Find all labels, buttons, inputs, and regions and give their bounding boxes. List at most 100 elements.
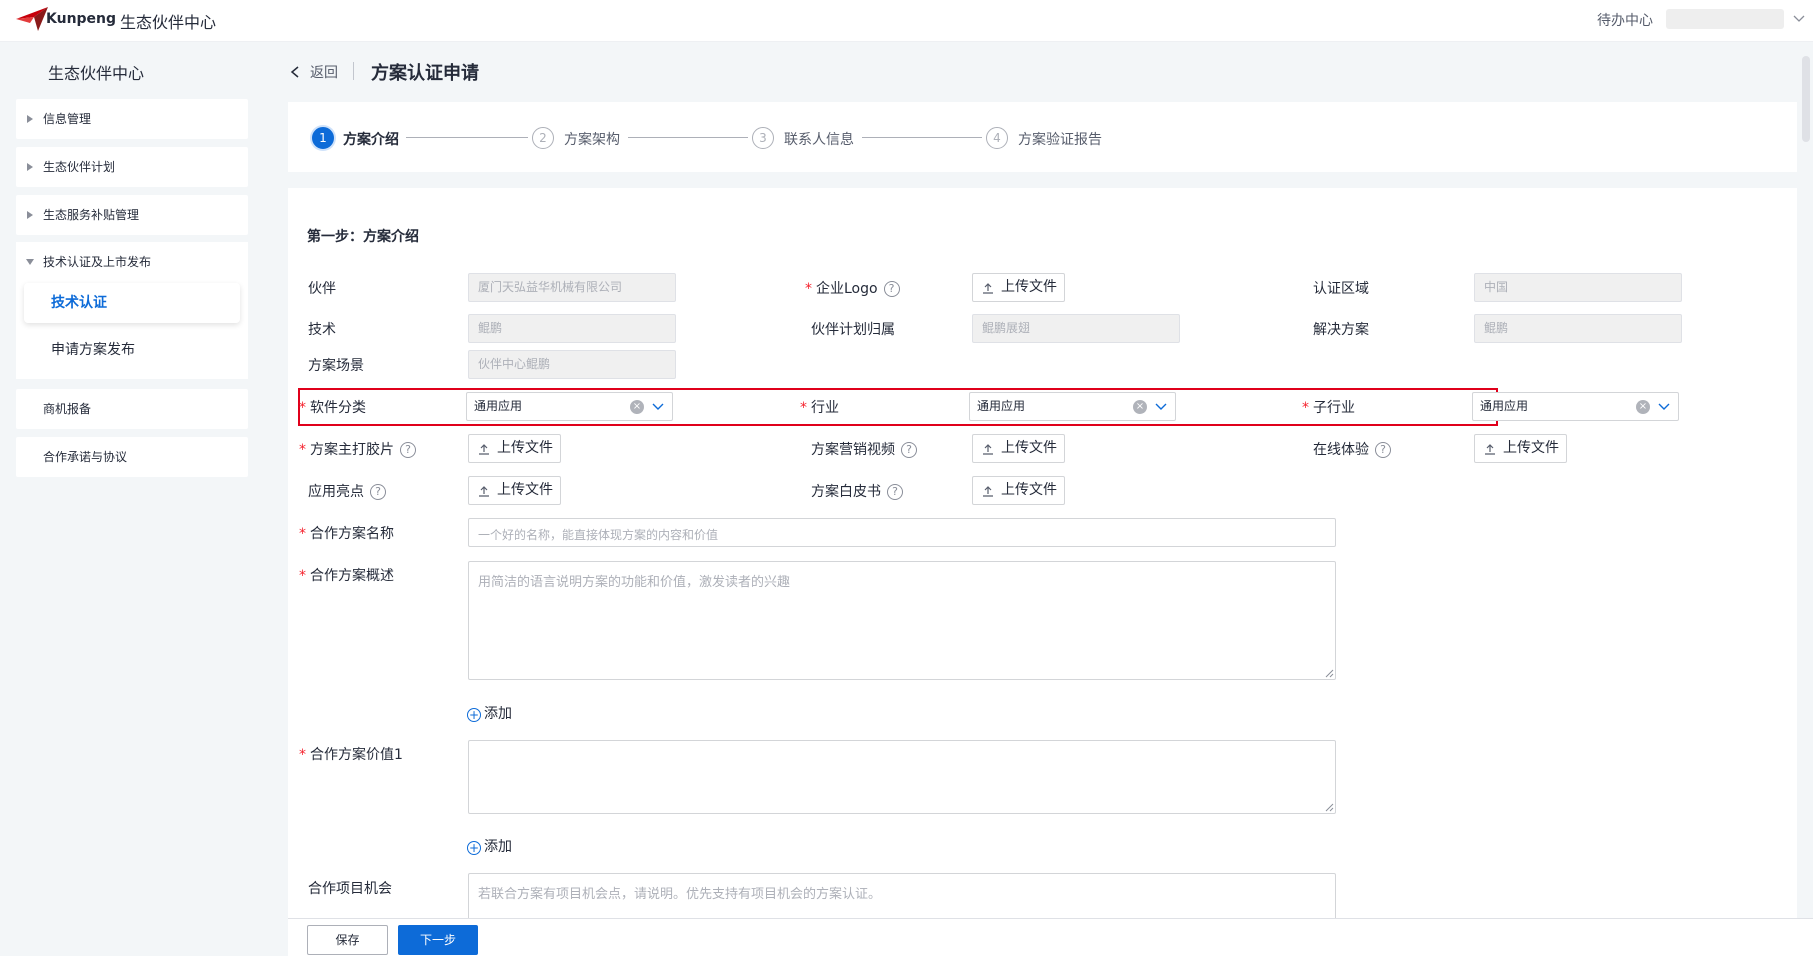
chevron-left-icon[interactable] (290, 66, 300, 78)
upload-icon (1485, 444, 1495, 455)
step-number: 2 (532, 127, 554, 149)
solution-name-label: * 合作方案名称 (299, 526, 394, 542)
step-label: 联系人信息 (784, 132, 854, 148)
region-label: 认证区域 (1313, 281, 1369, 297)
todo-center-link[interactable]: 待办中心 (1597, 10, 1653, 30)
chevron-down-icon (652, 403, 664, 410)
solution-overview-textarea[interactable]: 用简洁的语言说明方案的功能和价值，激发读者的兴趣 (468, 561, 1336, 680)
sidebar-item-label: 生态伙伴计划 (43, 160, 116, 174)
caret-right-icon (27, 211, 33, 219)
resize-handle-icon[interactable] (1325, 669, 1334, 678)
clear-icon[interactable]: × (1636, 400, 1650, 414)
whitepaper-upload-button[interactable]: 上传文件 (972, 476, 1065, 505)
step-indicator: 1 方案介绍 2 方案架构 3 联系人信息 4 方案验证报告 (288, 102, 1797, 172)
help-icon[interactable]: ? (883, 281, 900, 297)
highlights-label: 应用亮点? (308, 481, 386, 501)
step-label: 方案验证报告 (1018, 132, 1102, 148)
add-overview-button[interactable]: + 添加 (467, 703, 512, 723)
plus-circle-icon: + (467, 708, 481, 722)
add-value-button[interactable]: + 添加 (467, 836, 512, 856)
solution-value-textarea[interactable] (468, 740, 1336, 814)
sidebar-item-label: 商机报备 (43, 402, 92, 416)
sidebar-item-agreement[interactable]: 合作承诺与协议 (16, 437, 248, 477)
textarea-placeholder: 用简洁的语言说明方案的功能和价值，激发读者的兴趣 (478, 575, 791, 590)
user-account[interactable] (1666, 9, 1784, 29)
step-number: 1 (312, 127, 334, 149)
plus-circle-icon: + (467, 841, 481, 855)
sidebar-item-tech-certification[interactable]: 技术认证 (24, 283, 240, 323)
plan-field: 鲲鹏展翅 (972, 314, 1180, 343)
kunpeng-logo[interactable] (14, 5, 50, 33)
sidebar-item-partner-plan[interactable]: 生态伙伴计划 (16, 147, 248, 187)
upload-icon (983, 283, 993, 294)
clear-icon[interactable]: × (630, 400, 644, 414)
help-icon[interactable]: ? (1375, 442, 1391, 458)
app-title: 生态伙伴中心 (120, 13, 217, 32)
resize-handle-icon[interactable] (1325, 803, 1334, 812)
help-icon[interactable]: ? (400, 442, 416, 458)
page-title: 方案认证申请 (371, 63, 479, 84)
chevron-down-icon[interactable] (1793, 12, 1805, 24)
sidebar-group-header[interactable]: 技术认证及上市发布 (16, 242, 248, 282)
chevron-down-icon (1658, 403, 1670, 410)
upload-label: 上传文件 (497, 482, 553, 498)
upload-icon (983, 444, 993, 455)
logo-upload-button[interactable]: 上传文件 (972, 273, 1065, 302)
scene-label: 方案场景 (308, 358, 364, 374)
industry-select[interactable]: 通用应用 × (969, 392, 1176, 421)
sidebar-item-label: 合作承诺与协议 (43, 450, 128, 464)
select-value: 通用应用 (474, 399, 523, 413)
sidebar-item-opportunity-report[interactable]: 商机报备 (16, 389, 248, 429)
marketing-video-upload-button[interactable]: 上传文件 (972, 434, 1065, 463)
help-icon[interactable]: ? (887, 484, 903, 500)
upload-icon (983, 486, 993, 497)
upload-label: 上传文件 (1001, 482, 1057, 498)
chevron-down-icon (1155, 403, 1167, 410)
sidebar-item-subsidy[interactable]: 生态服务补贴管理 (16, 195, 248, 235)
logo-label: * 企业Logo? (805, 278, 900, 298)
sidebar-item-solution-release[interactable]: 申请方案发布 (24, 330, 240, 370)
next-step-button[interactable]: 下一步 (398, 925, 478, 955)
partner-field: 厦门天弘益华机械有限公司 (468, 273, 676, 302)
sidebar: 生态伙伴中心 信息管理 生态伙伴计划 生态服务补贴管理 技术认证及上市发布 技术… (0, 42, 258, 956)
help-icon[interactable]: ? (370, 484, 386, 500)
help-icon[interactable]: ? (901, 442, 917, 458)
brand-name: Kunpeng (46, 11, 117, 27)
partner-label: 伙伴 (308, 281, 336, 297)
sidebar-item-label: 生态服务补贴管理 (43, 208, 140, 222)
step-label: 方案介绍 (343, 132, 399, 148)
scene-field: 伙伴中心鲲鹏 (468, 350, 676, 379)
scrollbar-thumb[interactable] (1802, 56, 1810, 142)
scrollbar[interactable] (1799, 42, 1813, 918)
step-label: 方案架构 (564, 132, 620, 148)
project-opportunity-textarea[interactable]: 若联合方案有项目机会点，请说明。优先支持有项目机会的方案认证。 (468, 873, 1336, 918)
sub-industry-select[interactable]: 通用应用 × (1472, 392, 1679, 421)
sidebar-item-info-management[interactable]: 信息管理 (16, 99, 248, 139)
online-trial-upload-button[interactable]: 上传文件 (1474, 434, 1567, 463)
marketing-video-label: 方案营销视频? (811, 439, 917, 459)
step-connector (628, 137, 748, 138)
sidebar-group-label: 技术认证及上市发布 (43, 255, 152, 269)
solution-field: 鲲鹏 (1474, 314, 1682, 343)
select-value: 通用应用 (1480, 399, 1529, 413)
solution-name-input[interactable]: 一个好的名称，能直接体现方案的内容和价值 (468, 518, 1336, 547)
software-category-select[interactable]: 通用应用 × (466, 392, 673, 421)
software-category-label: * 软件分类 (299, 400, 366, 416)
solution-overview-label: * 合作方案概述 (299, 568, 394, 584)
section-title: 第一步：方案介绍 (307, 229, 419, 245)
step-connector (862, 137, 982, 138)
sidebar-item-label: 信息管理 (43, 112, 92, 126)
step-number: 3 (752, 127, 774, 149)
highlights-upload-button[interactable]: 上传文件 (468, 476, 561, 505)
project-opportunity-label: 合作项目机会 (308, 881, 392, 897)
industry-label: * 行业 (800, 400, 839, 416)
main-slide-upload-button[interactable]: 上传文件 (468, 434, 561, 463)
save-button[interactable]: 保存 (307, 925, 388, 955)
step-connector (406, 137, 528, 138)
sidebar-title: 生态伙伴中心 (48, 64, 145, 83)
footer-bar: 保存 下一步 (288, 918, 1813, 956)
clear-icon[interactable]: × (1133, 400, 1147, 414)
step-number: 4 (986, 127, 1008, 149)
caret-down-icon (26, 259, 34, 265)
back-link[interactable]: 返回 (310, 62, 338, 82)
